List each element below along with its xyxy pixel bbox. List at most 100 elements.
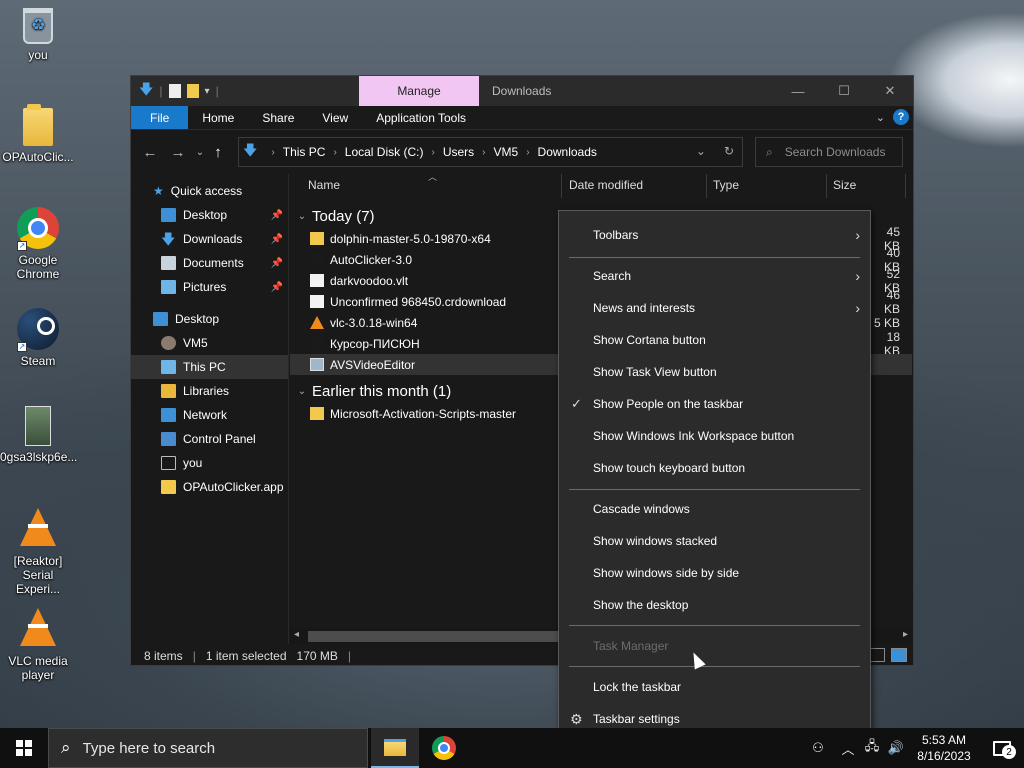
network-icon[interactable]: 🖧 [860,737,884,759]
tab-view[interactable]: View [308,106,362,129]
nav-label: you [183,456,203,470]
breadcrumb-local-disk[interactable]: Local Disk (C:) [345,145,424,159]
scrollbar-thumb[interactable] [308,631,558,642]
nav-you[interactable]: you [131,451,288,475]
expand-ribbon-icon[interactable]: ⌄ [876,111,885,124]
column-divider[interactable] [905,174,906,198]
nav-opautoclicker[interactable]: OPAutoClicker.app [131,475,288,499]
taskbar-search-input[interactable] [82,739,343,757]
column-type[interactable]: Type [713,178,739,192]
scroll-left-icon[interactable]: ◂ [294,629,299,640]
desktop-icon-reaktor[interactable]: [Reaktor] Serial Experi... [0,508,76,596]
action-center-button[interactable]: 2 [980,728,1024,768]
desktop-icon-steam[interactable]: ↗ Steam [0,308,76,368]
tab-file[interactable]: File [131,106,189,129]
menu-item-show-cortana-button[interactable]: Show Cortana button [559,324,870,356]
desktop-icon-google-chrome[interactable]: ↗ Google Chrome [0,207,76,281]
menu-item-show-people[interactable]: ✓ Show People on the taskbar [559,388,870,420]
breadcrumb-this-pc[interactable]: This PC [283,145,326,159]
customize-toolbar-icon[interactable]: ▾ [205,86,210,97]
people-icon[interactable]: ⚇ [806,740,830,756]
column-size[interactable]: Size [833,178,856,192]
close-icon[interactable]: ✕ [867,76,913,106]
nav-this-pc[interactable]: This PC [131,355,288,379]
menu-item-show-the-desktop[interactable]: Show the desktop [559,589,870,621]
volume-icon[interactable]: 🔊 [884,740,908,756]
desktop-icon-opautoclicker[interactable]: OPAutoClic... [0,104,76,164]
nav-libraries[interactable]: Libraries [131,379,288,403]
tab-home[interactable]: Home [188,106,248,129]
desktop-icon-vlc[interactable]: VLC media player [0,608,76,682]
breadcrumb-downloads[interactable]: Downloads [538,145,597,159]
column-date-modified[interactable]: Date modified [569,178,643,192]
nav-downloads[interactable]: 🡇 Downloads 📌 [131,227,288,251]
menu-item-show-windows-stacked[interactable]: Show windows stacked [559,525,870,557]
menu-item-toolbars[interactable]: Toolbars › [559,219,870,251]
nav-vm5[interactable]: VM5 [131,331,288,355]
column-divider[interactable] [706,174,707,198]
menu-item-search[interactable]: Search › [559,260,870,292]
search-input[interactable] [784,145,893,159]
search-box[interactable]: ⌕ [755,137,903,167]
menu-item-show-windows-side-by-side[interactable]: Show windows side by side [559,557,870,589]
breadcrumb-separator[interactable]: › [482,147,485,158]
properties-icon[interactable] [168,84,181,98]
installer-icon [310,358,324,371]
breadcrumb-users[interactable]: Users [443,145,474,159]
back-arrow-icon[interactable]: ← [136,144,164,161]
nav-desktop[interactable]: Desktop [131,307,288,331]
breadcrumb-vm5[interactable]: VM5 [494,145,519,159]
menu-item-show-task-view-button[interactable]: Show Task View button [559,356,870,388]
menu-label: Search [593,269,632,283]
menu-item-cascade-windows[interactable]: Cascade windows [559,493,870,525]
recent-locations-icon[interactable]: ⌄ [192,147,208,158]
new-folder-icon[interactable] [186,84,199,98]
column-name[interactable]: Name [308,178,340,192]
tab-application-tools[interactable]: Application Tools [362,106,480,129]
help-icon[interactable]: ? [893,109,909,125]
pin-icon[interactable]: 📌 [271,258,283,269]
forward-arrow-icon[interactable]: → [164,144,192,161]
collapse-chevron-icon[interactable]: ⌄ [292,386,312,397]
nav-network[interactable]: Network [131,403,288,427]
taskbar-google-chrome[interactable] [420,728,468,768]
scroll-right-icon[interactable]: ▸ [903,629,908,640]
nav-control-panel[interactable]: Control Panel [131,427,288,451]
clock[interactable]: 5:53 AM 8/16/2023 [908,732,980,764]
menu-item-show-touch-keyboard[interactable]: Show touch keyboard button [559,452,870,484]
collapse-chevron-icon[interactable]: ⌄ [292,211,312,222]
address-bar[interactable]: 🡇 › This PC › Local Disk (C:) › Users › … [238,137,743,167]
column-divider[interactable] [826,174,827,198]
nav-quick-access[interactable]: ★ Quick access [131,179,288,203]
address-dropdown-icon[interactable]: ⌄ [696,144,706,158]
pin-icon[interactable]: 📌 [271,210,283,221]
manage-context-tab[interactable]: Manage [359,76,479,106]
breadcrumb-separator[interactable]: › [431,147,434,158]
minimize-icon[interactable]: — [775,76,821,106]
pin-icon[interactable]: 📌 [271,282,283,293]
menu-item-lock-the-taskbar[interactable]: Lock the taskbar [559,671,870,703]
maximize-icon[interactable]: ☐ [821,76,867,106]
refresh-icon[interactable]: ↻ [724,144,734,158]
desktop-icon-image-file[interactable]: 0gsa3lskp6e... [0,406,77,464]
breadcrumb-separator[interactable]: › [526,147,529,158]
menu-item-show-windows-ink[interactable]: Show Windows Ink Workspace button [559,420,870,452]
nav-pictures[interactable]: Pictures 📌 [131,275,288,299]
desktop-icon-you[interactable]: you [0,8,76,62]
desktop-icon [153,312,168,326]
up-arrow-icon[interactable]: ↑ [208,144,228,161]
large-icons-view-icon[interactable] [891,648,907,662]
pin-icon[interactable]: 📌 [271,234,283,245]
nav-documents[interactable]: Documents 📌 [131,251,288,275]
taskbar-search[interactable]: ⌕ [48,728,368,768]
show-hidden-icons-icon[interactable]: ︿ [836,739,860,758]
start-button[interactable] [0,728,48,768]
tab-share[interactable]: Share [248,106,308,129]
column-divider[interactable] [561,174,562,198]
nav-desktop-pinned[interactable]: Desktop 📌 [131,203,288,227]
menu-item-news-and-interests[interactable]: News and interests › [559,292,870,324]
breadcrumb-separator[interactable]: › [333,147,336,158]
taskbar-file-explorer[interactable] [371,728,419,768]
details-view-icon[interactable] [869,648,885,662]
file-icon [310,274,324,287]
